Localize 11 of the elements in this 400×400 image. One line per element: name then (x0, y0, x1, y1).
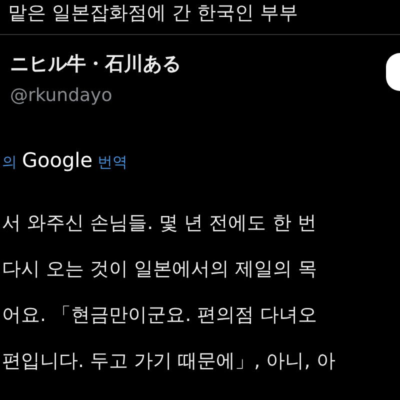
headline: 맡은 일본잡화점에 간 한국인 부부 (7, 1, 300, 26)
tweet-text-line: 편입니다. 두고 가기 때문에」, 아니, 아 (2, 349, 336, 374)
pill-button[interactable] (386, 53, 400, 91)
translation-label: 의 (2, 153, 17, 172)
google-label: Google (22, 148, 93, 172)
tweet-text-line: 서 와주신 손님들. 몇 년 전에도 한 번 (2, 211, 318, 236)
author-name: ニヒル牛・石川ある (10, 52, 181, 77)
author-handle: @rkundayo (10, 85, 114, 106)
tweet-text-line: 어요. 「현금만이군요. 편의점 다녀오 (2, 303, 318, 328)
tweet-text-line: 다시 오는 것이 일본에서의 제일의 목 (2, 257, 318, 282)
translate-link[interactable]: 번역 (98, 153, 128, 172)
